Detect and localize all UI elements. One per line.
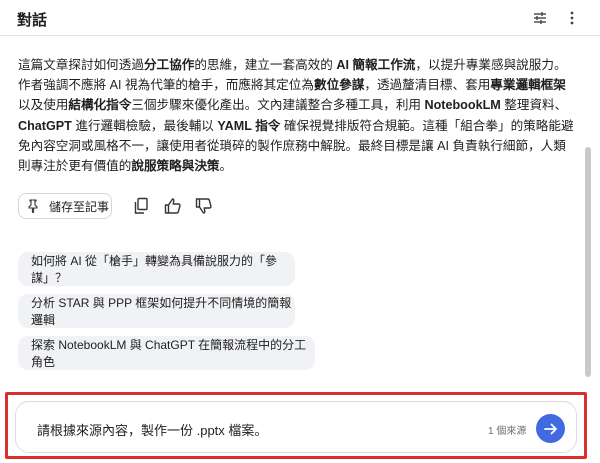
- save-to-note-button[interactable]: 儲存至記事: [18, 193, 112, 219]
- summary-text-segment: 的思維，建立一套高效的: [194, 58, 337, 72]
- page-title: 對話: [17, 12, 48, 29]
- thumb-down-icon[interactable]: [193, 195, 215, 217]
- chat-content: 這篇文章探討如何透過分工協作的思維，建立一套高效的 AI 簡報工作流，以提升專業…: [0, 37, 600, 392]
- scrollbar[interactable]: [585, 37, 591, 389]
- summary-text-segment: 這篇文章探討如何透過: [18, 58, 144, 72]
- summary-text: 這篇文章探討如何透過分工協作的思維，建立一套高效的 AI 簡報工作流，以提升專業…: [18, 55, 574, 176]
- summary-text-segment: 三個步驟來優化產出。文內建議整合多種工具，利用: [131, 98, 425, 113]
- summary-bold-text: ChatGPT: [18, 118, 72, 133]
- suggestion-label: 如何將 AI 從「槍手」轉變為具備說服力的「參謀」？: [31, 254, 278, 285]
- summary-text-segment: 進行邏輯檢驗，最後輔以: [71, 118, 218, 133]
- chat-header: 對話: [0, 0, 600, 36]
- summary-text-segment: 整理資料、: [500, 98, 568, 113]
- suggestion-chip[interactable]: 探索 NotebookLM 與 ChatGPT 在簡報流程中的分工角色: [18, 336, 315, 370]
- save-to-note-label: 儲存至記事: [49, 199, 110, 214]
- thumb-up-icon[interactable]: [162, 195, 184, 217]
- summary-bold-text: AI 簡報工作流: [336, 58, 416, 72]
- highlight-box: [5, 392, 587, 459]
- summary-bold-text: 說服策略與決策: [131, 159, 220, 174]
- more-vert-icon[interactable]: [560, 6, 584, 30]
- summary-bold-text: NotebookLM: [424, 98, 501, 113]
- summary-bold-text: 結構化指令: [68, 98, 132, 113]
- suggestion-chip[interactable]: 如何將 AI 從「槍手」轉變為具備說服力的「參謀」？: [18, 252, 295, 286]
- summary-bold-text: YAML 指令: [217, 118, 281, 133]
- copy-icon[interactable]: [130, 195, 152, 217]
- suggestion-chip[interactable]: 分析 STAR 與 PPP 框架如何提升不同情境的簡報邏輯: [18, 294, 295, 328]
- suggestion-label: 分析 STAR 與 PPP 框架如何提升不同情境的簡報邏輯: [31, 296, 292, 327]
- pin-icon: [27, 199, 41, 213]
- summary-bold-text: 數位參謀: [313, 78, 365, 93]
- scrollbar-thumb[interactable]: [585, 147, 591, 377]
- suggestion-label: 探索 NotebookLM 與 ChatGPT 在簡報流程中的分工角色: [31, 338, 307, 369]
- summary-text-segment: ，透過釐清目標、套用: [364, 78, 491, 93]
- summary-bold-text: 分工協作: [143, 58, 195, 72]
- summary-bold-text: 專業邏輯框架: [490, 78, 566, 93]
- summary-text-segment: 。: [219, 159, 233, 174]
- summary-text-segment: 以及使用: [18, 98, 69, 113]
- tune-icon[interactable]: [528, 6, 552, 30]
